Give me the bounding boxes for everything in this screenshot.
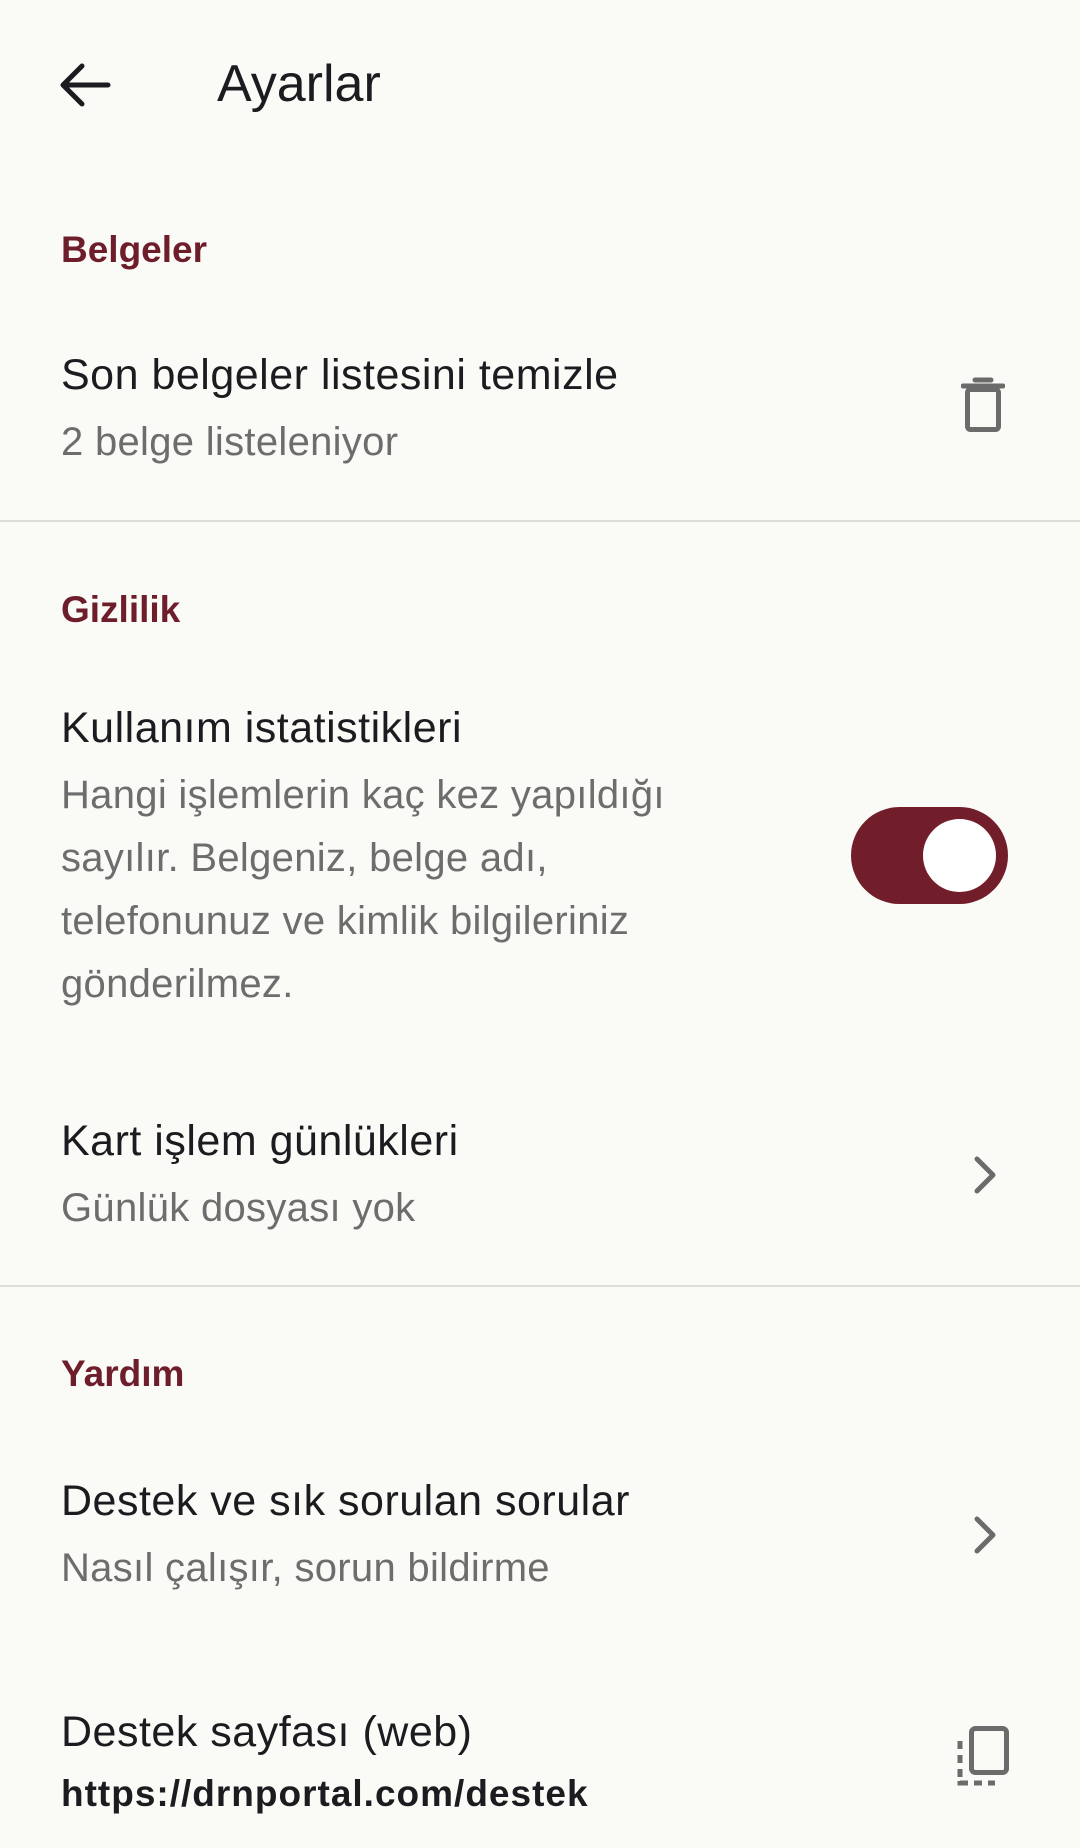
copy-icon xyxy=(957,1726,1009,1786)
card-logs-chevron xyxy=(960,1150,1010,1200)
card-logs-title: Kart işlem günlükleri xyxy=(61,1117,459,1165)
page-title: Ayarlar xyxy=(217,55,381,113)
card-logs-subtitle: Günlük dosyası yok xyxy=(61,1186,416,1230)
usage-statistics-description-line-4: gönderilmez. xyxy=(61,962,294,1006)
toggle-knob xyxy=(923,819,996,892)
usage-statistics-title: Kullanım istatistikleri xyxy=(61,704,462,752)
section-header-privacy: Gizlilik xyxy=(61,589,181,630)
back-button[interactable] xyxy=(50,50,120,120)
support-faq-chevron xyxy=(960,1510,1010,1560)
clear-recent-button[interactable] xyxy=(950,372,1016,438)
copy-url-button[interactable] xyxy=(948,1722,1016,1790)
divider xyxy=(0,1285,1080,1287)
arrow-left-icon xyxy=(60,63,111,107)
support-page-title: Destek sayfası (web) xyxy=(61,1708,473,1756)
support-faq-title: Destek ve sık sorulan sorular xyxy=(61,1477,630,1525)
section-header-help: Yardım xyxy=(61,1353,185,1394)
usage-statistics-description-line-1: Hangi işlemlerin kaç kez yapıldığı xyxy=(61,773,665,817)
top-app-bar: Ayarlar xyxy=(0,0,1080,170)
clear-recent-title: Son belgeler listesini temizle xyxy=(61,351,619,399)
clear-recent-subtitle: 2 belge listeleniyor xyxy=(61,420,399,464)
support-page-url[interactable]: https://drnportal.com/destek xyxy=(61,1771,589,1817)
section-header-documents: Belgeler xyxy=(61,229,208,270)
support-faq-subtitle: Nasıl çalışır, sorun bildirme xyxy=(61,1546,550,1590)
usage-statistics-toggle[interactable] xyxy=(851,807,1008,904)
chevron-right-icon xyxy=(974,1156,996,1194)
usage-statistics-description-line-3: telefonunuz ve kimlik bilgileriniz xyxy=(61,899,630,943)
divider xyxy=(0,520,1080,522)
chevron-right-icon xyxy=(974,1516,996,1554)
usage-statistics-description-line-2: sayılır. Belgeniz, belge adı, xyxy=(61,836,548,880)
trash-icon xyxy=(961,377,1005,432)
